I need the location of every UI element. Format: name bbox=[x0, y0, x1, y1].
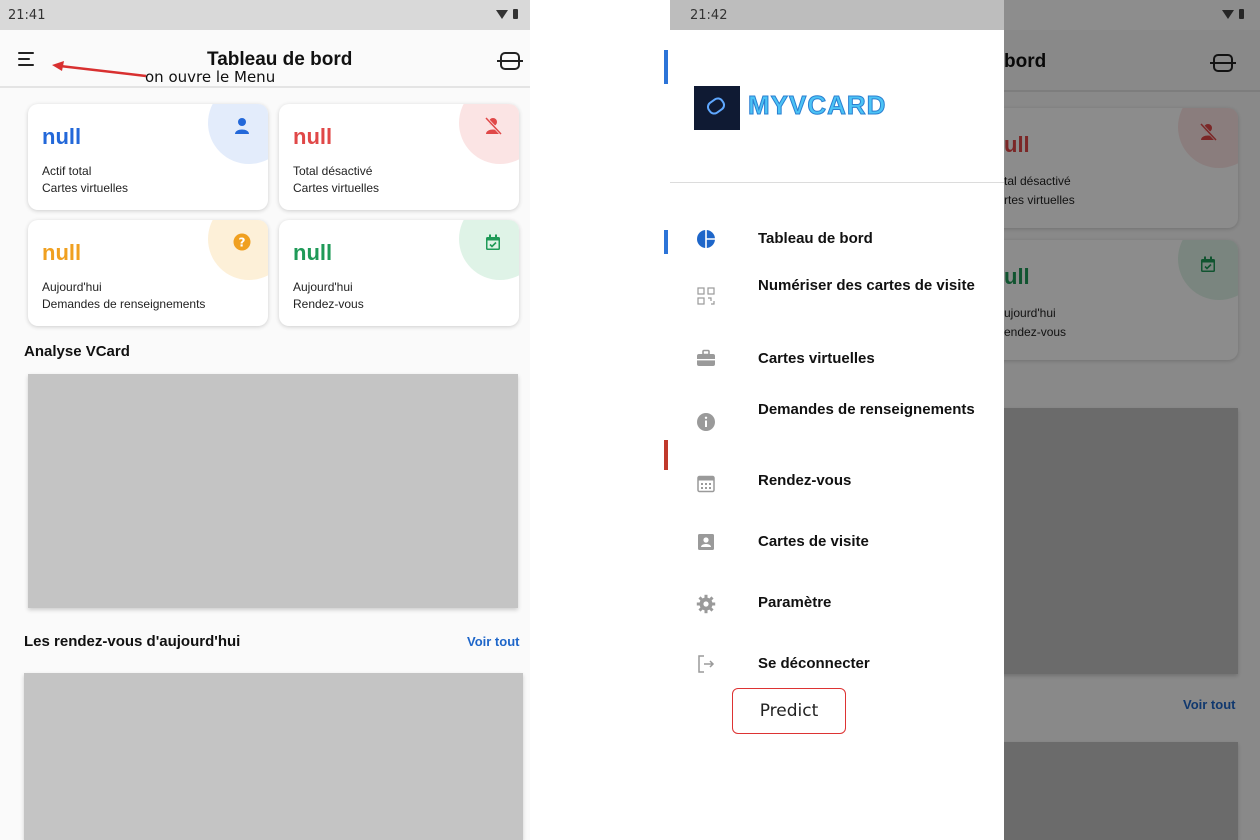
status-time: 21:41 bbox=[8, 7, 46, 23]
drawer-item-label: Demandes de renseignements bbox=[758, 401, 975, 418]
calendar-check-icon bbox=[483, 232, 503, 252]
drawer-item-label: Tableau de bord bbox=[758, 230, 873, 247]
contact-card-icon bbox=[698, 534, 714, 550]
edge-strip bbox=[664, 50, 668, 84]
briefcase-icon bbox=[697, 349, 715, 366]
drawer-divider bbox=[670, 182, 1004, 183]
person-icon bbox=[232, 116, 252, 136]
question-icon: ? bbox=[232, 232, 252, 252]
see-all-link[interactable]: Voir tout bbox=[467, 634, 519, 649]
battery-icon bbox=[513, 9, 518, 19]
edge-strip bbox=[664, 440, 668, 470]
drawer-item-label: Numériser des cartes de visite bbox=[758, 277, 975, 294]
person-off-icon bbox=[483, 116, 503, 136]
section-title-analysis: Analyse VCard bbox=[24, 343, 130, 360]
stat-card-total-disabled[interactable]: null Total désactivé Cartes virtuelles bbox=[279, 104, 519, 210]
stat-value: null bbox=[293, 124, 333, 149]
stat-value: null bbox=[42, 124, 82, 149]
predict-button[interactable]: Predict bbox=[732, 688, 846, 734]
stat-label-2: Cartes virtuelles bbox=[293, 181, 380, 195]
logo-text: MYVCARD bbox=[747, 90, 887, 121]
pie-chart-icon bbox=[697, 230, 715, 248]
svg-text:?: ? bbox=[239, 236, 246, 250]
qr-scan-icon bbox=[697, 287, 715, 305]
status-time: 21:42 bbox=[690, 7, 728, 23]
stat-card-active-total[interactable]: null Actif total Cartes virtuelles bbox=[28, 104, 268, 210]
annotation-arrow bbox=[52, 61, 147, 78]
status-bar-shade bbox=[1004, 0, 1260, 30]
stat-card-appointments-today[interactable]: null Aujourd'hui Rendez-vous bbox=[279, 220, 519, 326]
drawer-item-label: Cartes virtuelles bbox=[758, 350, 875, 367]
drawer-item-label: Rendez-vous bbox=[758, 472, 852, 489]
stat-value: null bbox=[293, 240, 333, 265]
stat-label-2: Rendez-vous bbox=[293, 297, 364, 311]
edge-strip bbox=[664, 230, 668, 254]
right-screen: bord ull tal désactivé rtes virtuelles u… bbox=[670, 0, 1260, 840]
logo-icon bbox=[694, 86, 740, 130]
stat-label-1: Total désactivé bbox=[293, 164, 373, 178]
annotation-text: on ouvre le Menu bbox=[145, 68, 276, 86]
analysis-chart-placeholder bbox=[28, 374, 518, 608]
appointments-placeholder bbox=[24, 673, 523, 840]
scan-qr-icon[interactable] bbox=[497, 52, 523, 70]
status-bar: 21:41 bbox=[0, 0, 530, 30]
stat-value: null bbox=[42, 240, 82, 265]
stat-card-inquiries-today[interactable]: ? null Aujourd'hui Demandes de renseigne… bbox=[28, 220, 268, 326]
hamburger-menu-icon[interactable] bbox=[18, 52, 36, 70]
wifi-icon bbox=[496, 9, 508, 19]
calendar-icon bbox=[697, 475, 715, 493]
drawer-item-label: Se déconnecter bbox=[758, 655, 870, 672]
left-screen: 21:41 Tableau de bord on ouvre le Menu n… bbox=[0, 0, 530, 840]
gear-icon bbox=[696, 594, 716, 614]
stat-label-1: Actif total bbox=[42, 164, 92, 178]
logout-icon bbox=[698, 655, 715, 673]
stat-label-1: Aujourd'hui bbox=[42, 280, 102, 294]
drawer-item-label: Cartes de visite bbox=[758, 533, 869, 550]
section-title-appointments: Les rendez-vous d'aujourd'hui bbox=[24, 633, 241, 650]
stat-label-2: Demandes de renseignements bbox=[42, 297, 206, 311]
stat-label-1: Aujourd'hui bbox=[293, 280, 353, 294]
screenshot-composite: 21:41 Tableau de bord on ouvre le Menu n… bbox=[0, 0, 1260, 840]
navigation-drawer: MYVCARD Tableau de bord Numériser des ca… bbox=[670, 30, 1004, 840]
stat-label-2: Cartes virtuelles bbox=[42, 181, 129, 195]
drawer-item-label: Paramètre bbox=[758, 594, 832, 611]
info-icon bbox=[697, 413, 715, 431]
